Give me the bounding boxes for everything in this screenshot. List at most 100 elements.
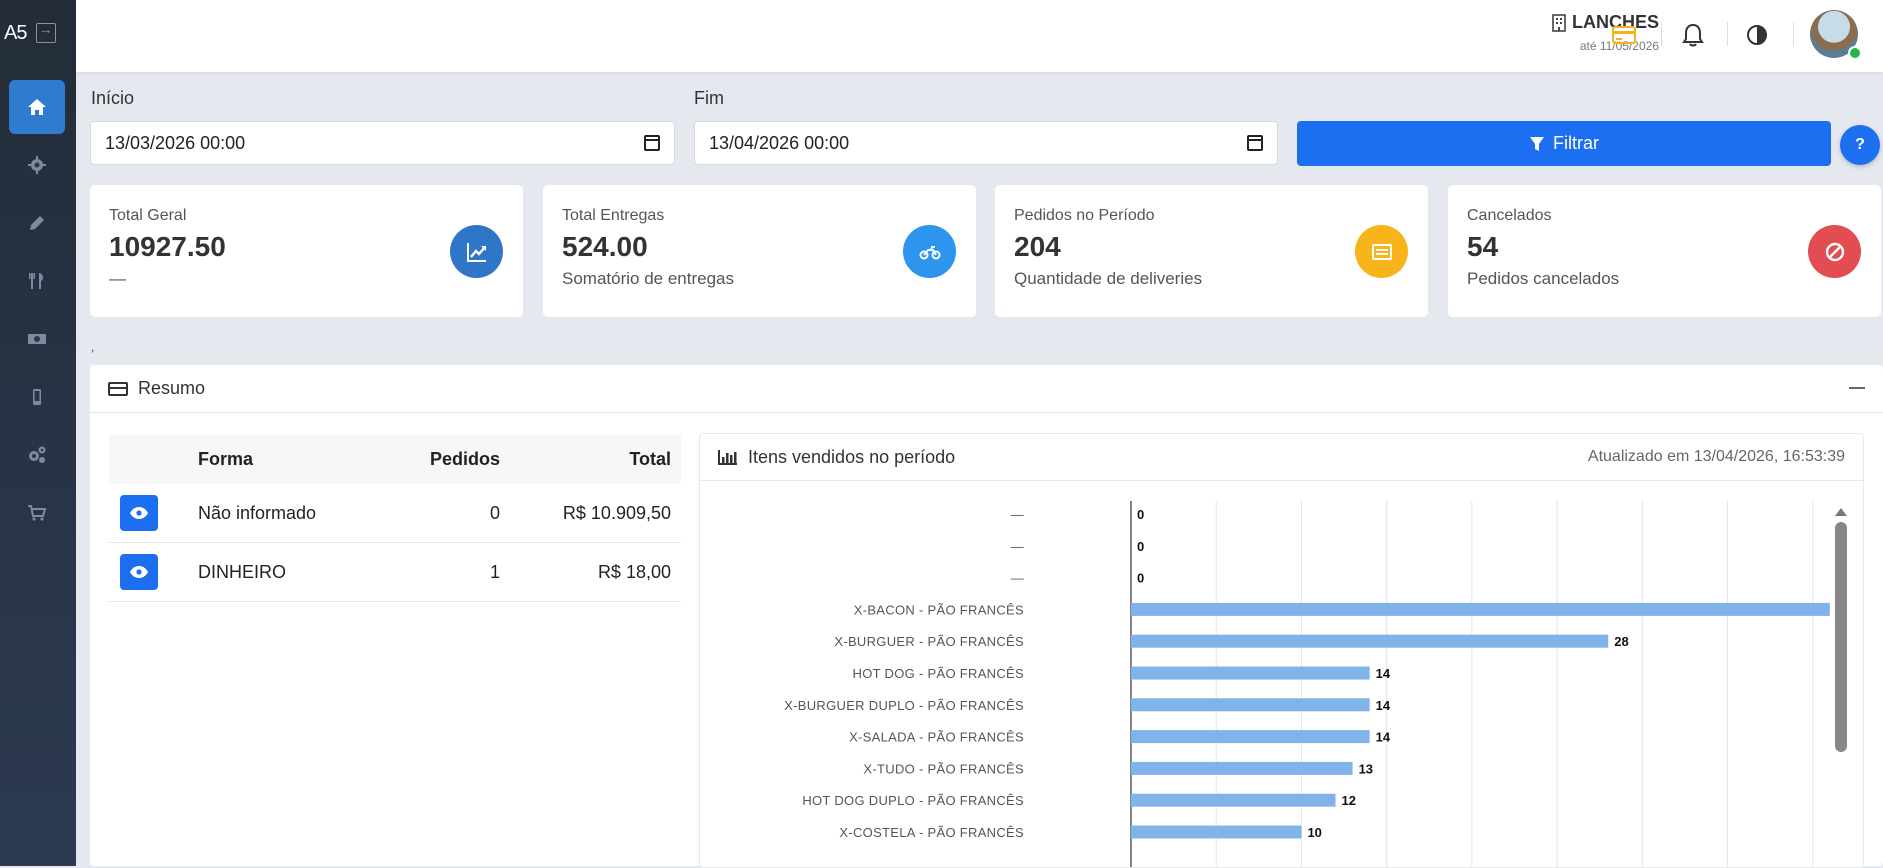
- chart-updated-text: Atualizado em 13/04/2026, 16:53:39: [1587, 448, 1845, 465]
- category-label: —: [1011, 539, 1024, 554]
- bar: [1131, 825, 1302, 839]
- eye-icon: [130, 507, 148, 519]
- chart-line-icon: [450, 225, 503, 278]
- filter-button[interactable]: Filtrar: [1297, 121, 1831, 166]
- motorcycle-icon: [903, 225, 956, 278]
- sidebar-item-home[interactable]: [9, 80, 65, 134]
- home-icon: [28, 99, 46, 115]
- stat-value: 204: [1014, 231, 1061, 262]
- cell-forma: Não informado: [197, 484, 359, 543]
- table-row: Não informado 0 R$ 10.909,50: [109, 484, 681, 543]
- cart-icon: [28, 505, 47, 521]
- pencil-icon: [30, 216, 44, 230]
- top-header: LANCHES até 11/05/2026: [76, 0, 1883, 72]
- stray-mark: ,: [91, 340, 95, 354]
- sidebar-item-integrations[interactable]: [9, 428, 65, 482]
- category-label: X-BURGUER - PÃO FRANCÊS: [834, 634, 1024, 649]
- resumo-header: Resumo: [90, 365, 1883, 413]
- sidebar-item-settings[interactable]: [9, 138, 65, 192]
- cell-pedidos: 0: [359, 484, 510, 543]
- filter-icon: [1530, 136, 1544, 151]
- table-header-row: Forma Pedidos Total: [109, 434, 681, 484]
- bar: [1131, 730, 1370, 744]
- sidebar-item-cart[interactable]: [9, 486, 65, 540]
- calendar-icon[interactable]: [1247, 135, 1263, 151]
- stat-subtitle: Somatório de entregas: [562, 269, 734, 288]
- ban-icon: [1808, 225, 1861, 278]
- table-header-forma: Forma: [197, 434, 359, 484]
- chart-title: Itens vendidos no período: [748, 446, 956, 467]
- stat-title: Total Entregas: [562, 207, 665, 224]
- sidebar-item-menu[interactable]: [9, 254, 65, 308]
- table-header-total: Total: [510, 434, 681, 484]
- data-label: 14: [1376, 730, 1391, 745]
- stat-subtitle: Quantidade de deliveries: [1014, 269, 1203, 288]
- card-icon[interactable]: [1611, 22, 1637, 48]
- stat-title: Total Geral: [109, 207, 187, 224]
- sidebar: A5: [0, 0, 76, 866]
- scroll-up-arrow-icon[interactable]: [1835, 508, 1847, 516]
- scroll-thumb[interactable]: [1835, 522, 1847, 752]
- help-button[interactable]: ?: [1840, 125, 1880, 165]
- minimize-icon[interactable]: [1849, 387, 1865, 389]
- stat-value: 10927.50: [109, 231, 226, 262]
- table-header-action: [109, 434, 197, 484]
- stat-card-total-entregas: Total Entregas 524.00 Somatório de entre…: [543, 185, 976, 317]
- end-label: Fim: [694, 88, 724, 108]
- stat-card-pedidos: Pedidos no Período 204 Quantidade de del…: [995, 185, 1428, 317]
- filter-button-label: Filtrar: [1553, 133, 1599, 153]
- data-label: 0: [1137, 507, 1144, 522]
- sidebar-item-mobile[interactable]: [9, 370, 65, 424]
- chart-scrollbar[interactable]: [1834, 508, 1848, 867]
- end-date-value: 13/04/2026 00:00: [709, 132, 850, 153]
- contrast-icon[interactable]: [1744, 22, 1770, 48]
- data-label: 28: [1614, 634, 1628, 649]
- view-button[interactable]: [120, 495, 158, 531]
- start-date-value: 13/03/2026 00:00: [105, 132, 246, 153]
- list-icon: [1355, 225, 1408, 278]
- calendar-icon[interactable]: [644, 135, 660, 151]
- data-label: 0: [1137, 539, 1144, 554]
- bar: [1131, 698, 1370, 712]
- category-label: X-COSTELA - PÃO FRANCÊS: [839, 825, 1024, 840]
- data-label: 14: [1376, 666, 1391, 681]
- stat-title: Cancelados: [1467, 207, 1552, 224]
- gear-icon: [28, 156, 46, 174]
- category-label: HOT DOG - PÃO FRANCÊS: [853, 666, 1024, 681]
- table-header-pedidos: Pedidos: [359, 434, 510, 484]
- stat-subtitle: —: [109, 269, 126, 288]
- divider: [1727, 22, 1728, 46]
- stat-title: Pedidos no Período: [1014, 207, 1155, 224]
- sidebar-item-edit[interactable]: [9, 196, 65, 250]
- data-label: 13: [1359, 761, 1373, 776]
- stat-value: 524.00: [562, 231, 648, 262]
- exit-icon[interactable]: [36, 21, 57, 43]
- bar: [1131, 602, 1830, 616]
- bell-icon[interactable]: [1680, 22, 1706, 48]
- bar: [1131, 634, 1609, 648]
- building-icon: [1552, 13, 1566, 32]
- category-label: X-BACON - PÃO FRANCÊS: [854, 602, 1024, 617]
- divider: [1793, 22, 1794, 46]
- cell-pedidos: 1: [359, 542, 510, 602]
- online-status-dot: [1848, 46, 1862, 60]
- view-button[interactable]: [120, 554, 158, 590]
- end-date-input[interactable]: 13/04/2026 00:00: [694, 121, 1278, 165]
- utensils-icon: [29, 273, 44, 289]
- category-label: HOT DOG DUPLO - PÃO FRANCÊS: [802, 793, 1024, 808]
- stat-value: 54: [1467, 231, 1499, 262]
- category-label: —: [1011, 507, 1024, 522]
- items-sold-bar-chart: —0—0—0X-BACON - PÃO FRANCÊS41X-BURGUER -…: [784, 501, 1830, 867]
- stat-card-total-geral: Total Geral 10927.50 —: [90, 185, 523, 317]
- eye-icon: [130, 566, 148, 578]
- sidebar-item-finance[interactable]: [9, 312, 65, 366]
- bar-chart-icon: [718, 450, 737, 465]
- logo: A5: [4, 21, 27, 44]
- start-label: Início: [91, 88, 135, 108]
- payment-table: Forma Pedidos Total Não informado 0 R$ 1…: [109, 434, 681, 602]
- start-date-input[interactable]: 13/03/2026 00:00: [90, 121, 675, 165]
- bar: [1131, 793, 1336, 807]
- cell-total: R$ 18,00: [510, 542, 681, 602]
- mobile-icon: [33, 389, 41, 405]
- cell-forma: DINHEIRO: [197, 542, 359, 602]
